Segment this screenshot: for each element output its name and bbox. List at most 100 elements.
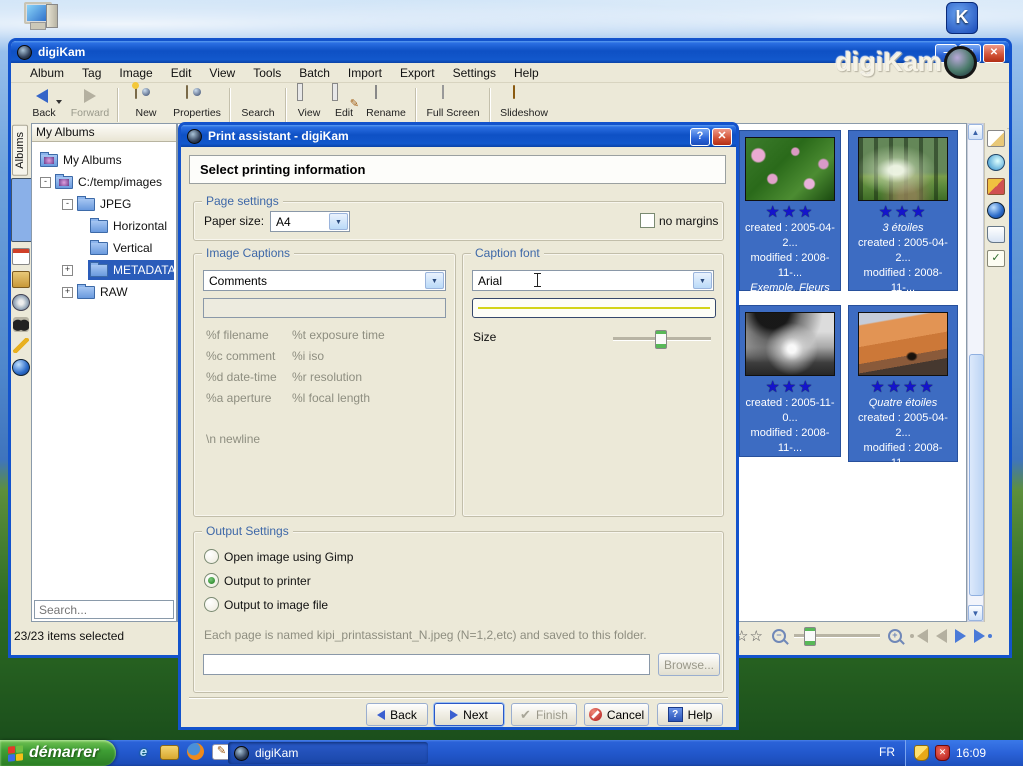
menu-help[interactable]: Help — [505, 64, 548, 82]
tags-tab-icon[interactable] — [12, 271, 30, 288]
font-color-button[interactable] — [472, 298, 716, 318]
tree-item-my-albums[interactable]: My Albums — [40, 150, 122, 170]
tree-item-horizontal[interactable]: Horizontal — [90, 216, 167, 236]
custom-caption-field[interactable] — [203, 298, 446, 318]
radio-open-gimp[interactable] — [204, 549, 219, 564]
thumbnail-card-bw[interactable]: ★★★ created : 2005-11-0... modified : 20… — [739, 305, 841, 457]
edit-toolbutton[interactable]: Edit — [327, 86, 361, 119]
go-first-button[interactable] — [910, 629, 928, 643]
slideshow-toolbutton[interactable]: Slideshow — [495, 86, 553, 119]
forward-toolbutton[interactable]: Forward — [67, 86, 113, 119]
fullscreen-toolbutton[interactable]: Full Screen — [421, 86, 485, 119]
menu-tag[interactable]: Tag — [73, 64, 110, 82]
tree-item-jpeg[interactable]: - JPEG — [62, 194, 131, 214]
go-previous-button[interactable] — [936, 629, 947, 643]
next-button[interactable]: Next — [434, 703, 504, 726]
dropdown-arrow-icon[interactable] — [425, 272, 444, 289]
kde-desktop-icon[interactable]: K — [946, 2, 978, 34]
expand-expander[interactable]: + — [62, 287, 73, 298]
radio-output-printer[interactable] — [204, 573, 219, 588]
font-size-slider[interactable] — [613, 337, 711, 341]
go-last-button[interactable] — [974, 629, 992, 643]
rating-filter-stars[interactable]: ☆☆ — [735, 627, 764, 645]
browse-button[interactable]: Browse... — [658, 653, 720, 676]
folder-shortcut-icon[interactable] — [160, 745, 179, 760]
no-margins-checkbox[interactable] — [640, 213, 655, 228]
paper-size-select[interactable]: A4 — [270, 211, 350, 232]
clock[interactable]: 16:09 — [956, 746, 986, 760]
tree-item-metadata[interactable]: + — [62, 260, 77, 280]
thumbnail-card-paysage[interactable]: ★★★ 3 étoiles created : 2005-04-2... mod… — [848, 130, 958, 291]
scroll-down-button[interactable]: ▼ — [968, 605, 983, 621]
new-toolbutton[interactable]: New — [123, 86, 169, 119]
menu-settings[interactable]: Settings — [444, 64, 505, 82]
menu-batch[interactable]: Batch — [290, 64, 339, 82]
search-input[interactable] — [34, 600, 174, 619]
menu-import[interactable]: Import — [339, 64, 391, 82]
comments-tab-icon[interactable] — [987, 226, 1005, 243]
font-select[interactable]: Arial — [472, 270, 714, 291]
menu-edit[interactable]: Edit — [162, 64, 201, 82]
close-button[interactable]: ✕ — [983, 44, 1005, 63]
captions-type-select[interactable]: Comments — [203, 270, 446, 291]
security-shield-icon[interactable] — [914, 745, 929, 761]
finish-button[interactable]: ✔ Finish — [511, 703, 577, 726]
menu-view[interactable]: View — [200, 64, 244, 82]
security-alert-icon[interactable]: ✕ — [935, 745, 950, 761]
menu-image[interactable]: Image — [110, 64, 161, 82]
dropdown-arrow-icon[interactable] — [329, 213, 348, 230]
help-button[interactable]: ? Help — [657, 703, 723, 726]
thumbnail-card-fleurs[interactable]: ★★★ created : 2005-04-2... modified : 20… — [739, 130, 841, 291]
menu-album[interactable]: Album — [21, 64, 73, 82]
menu-tools[interactable]: Tools — [244, 64, 290, 82]
radio-output-image-file[interactable] — [204, 597, 219, 612]
fuzzy-search-tab-icon[interactable] — [13, 338, 29, 353]
calendar-tab-icon[interactable] — [12, 248, 30, 265]
tree-item-raw[interactable]: + RAW — [62, 282, 128, 302]
collapse-expander[interactable]: - — [40, 177, 51, 188]
search-toolbutton[interactable]: Search — [235, 86, 281, 119]
dialog-help-button[interactable]: ? — [690, 128, 710, 146]
go-next-button[interactable] — [955, 629, 966, 643]
dropdown-arrow-icon[interactable] — [693, 272, 712, 289]
tab-albums[interactable]: Albums — [12, 125, 28, 176]
back-button[interactable]: Back — [366, 703, 428, 726]
collapse-expander[interactable]: - — [62, 199, 73, 210]
dialog-close-button[interactable]: ✕ — [712, 128, 732, 146]
properties-tab-icon[interactable] — [987, 130, 1005, 147]
tree-item-temp-images[interactable]: - C:/temp/images — [40, 172, 162, 192]
metadata-tab-icon[interactable] — [987, 154, 1005, 171]
my-computer-icon[interactable] — [22, 2, 58, 34]
firefox-icon[interactable] — [187, 743, 204, 760]
taskbar-digikam-button[interactable]: digiKam — [228, 742, 428, 764]
tag-filters-tab-icon[interactable] — [987, 250, 1005, 267]
font-size-handle[interactable] — [655, 330, 667, 349]
back-toolbutton[interactable]: Back — [21, 86, 67, 119]
map-tab-icon[interactable] — [12, 359, 30, 376]
internet-explorer-icon[interactable]: e — [135, 743, 152, 760]
scroll-up-button[interactable]: ▲ — [968, 124, 983, 140]
tree-item-metadata-selected[interactable]: METADATA — [88, 260, 174, 280]
expand-expander[interactable]: + — [62, 265, 73, 276]
geolocation-tab-icon[interactable] — [987, 202, 1005, 219]
zoom-in-icon[interactable]: + — [888, 629, 902, 643]
thumbnails-scrollbar[interactable]: ▲ ▼ — [967, 123, 984, 622]
view-toolbutton[interactable]: View — [291, 86, 327, 119]
language-indicator[interactable]: FR — [879, 745, 895, 759]
zoom-slider-handle[interactable] — [804, 627, 816, 646]
searches-tab-icon[interactable] — [13, 317, 29, 332]
cancel-button[interactable]: Cancel — [584, 703, 649, 726]
menu-export[interactable]: Export — [391, 64, 444, 82]
tree-item-vertical[interactable]: Vertical — [90, 238, 152, 258]
zoom-out-icon[interactable]: − — [772, 629, 786, 643]
scrollbar-thumb[interactable] — [969, 354, 984, 596]
dialog-title-bar[interactable]: Print assistant - digiKam ? ✕ — [181, 125, 736, 147]
colors-tab-icon[interactable] — [987, 178, 1005, 195]
rename-toolbutton[interactable]: Rename — [361, 86, 411, 119]
start-button[interactable]: démarrer — [0, 740, 116, 766]
thumbnail-card-desert[interactable]: ★★★★ Quatre étoiles created : 2005-04-2.… — [848, 305, 958, 462]
timeline-tab-icon[interactable] — [12, 294, 30, 311]
properties-toolbutton[interactable]: Properties — [169, 86, 225, 119]
output-path-field[interactable] — [203, 654, 650, 675]
zoom-slider[interactable] — [794, 634, 880, 638]
